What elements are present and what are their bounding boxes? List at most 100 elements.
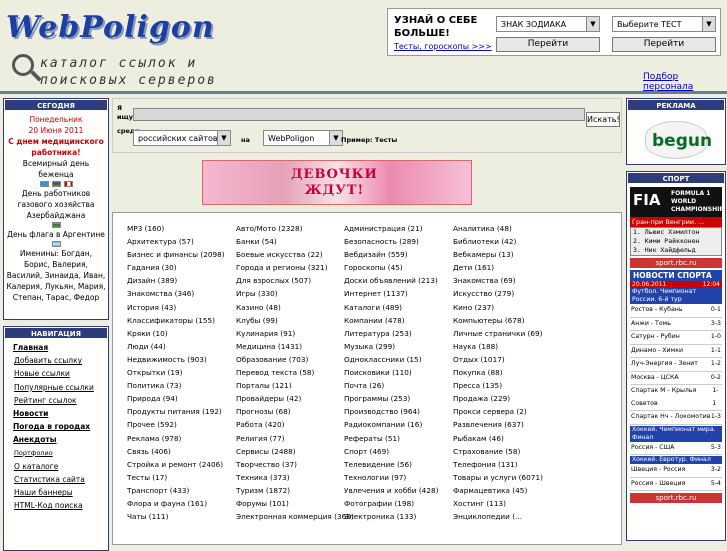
category-link[interactable]: Кряки (10) [127, 329, 236, 342]
match-row[interactable]: Динамо - Химки 1-1 [630, 345, 722, 358]
sport-source-link[interactable]: sport.rbc.ru [630, 258, 722, 268]
category-link[interactable]: Авто/Мото (2328) [236, 224, 344, 237]
category-link[interactable]: Связь (406) [127, 447, 236, 460]
category-link[interactable]: Литература (253) [344, 329, 453, 342]
category-link[interactable]: Рыбакам (46) [453, 434, 562, 447]
engine-select[interactable]: WebPoligon ▼ [263, 130, 343, 146]
match-row[interactable]: Москва - ЦСКА 0-2 [630, 372, 722, 385]
match-row[interactable]: Ростов - Кубань 0-1 [630, 304, 722, 318]
category-link[interactable]: Телевидение (56) [344, 460, 453, 473]
category-link[interactable]: Электроника (133) [344, 512, 453, 525]
category-link[interactable]: Интернет (1137) [344, 289, 453, 302]
category-link[interactable]: Фотографии (198) [344, 499, 453, 512]
category-link[interactable]: Каталоги (489) [344, 303, 453, 316]
nav-item[interactable]: Портфолио [4, 447, 108, 460]
nav-item[interactable]: Новые ссылки [4, 367, 108, 380]
category-link[interactable]: Компании (478) [344, 316, 453, 329]
category-link[interactable]: Прогнозы (68) [236, 407, 344, 420]
category-link[interactable]: Дети (161) [453, 263, 562, 276]
category-link[interactable]: Недвижимость (903) [127, 355, 236, 368]
category-link[interactable]: Аналитика (48) [453, 224, 562, 237]
tests-link[interactable]: Тесты, гороскопы >>> [394, 42, 492, 51]
category-link[interactable]: Работа (420) [236, 420, 344, 433]
category-link[interactable]: Отдых (1017) [453, 355, 562, 368]
category-link[interactable]: Прокси сервера (2) [453, 407, 562, 420]
category-link[interactable]: Гадания (30) [127, 263, 236, 276]
category-link[interactable]: Пресса (135) [453, 381, 562, 394]
category-link[interactable]: Творчество (37) [236, 460, 344, 473]
category-link[interactable]: Провайдеры (42) [236, 394, 344, 407]
category-link[interactable]: Радиокомпании (16) [344, 420, 453, 433]
category-link[interactable]: Бизнес и финансы (2098) [127, 250, 236, 263]
match-row[interactable]: Луч-Энергия - Зенит 1-2 [630, 358, 722, 372]
nav-item[interactable]: Рейтинг ссылок [4, 394, 108, 407]
category-link[interactable]: Игры (330) [236, 289, 344, 302]
category-link[interactable]: Поисковики (110) [344, 368, 453, 381]
nav-item[interactable]: Погода в городах [4, 420, 108, 433]
nav-item[interactable]: Статистика сайта [4, 473, 108, 486]
f1-banner[interactable]: FIA FORMULA 1 WORLD CHAMPIONSHIP [630, 187, 724, 217]
category-link[interactable]: Банки (54) [236, 237, 344, 250]
nav-item[interactable]: Наши баннеры [4, 486, 108, 499]
category-link[interactable]: Энциклопедии (... [453, 512, 562, 525]
category-link[interactable]: Продажа (229) [453, 394, 562, 407]
category-link[interactable]: Перевод текста (58) [236, 368, 344, 381]
nav-item[interactable]: HTML-Код поиска [4, 499, 108, 512]
category-link[interactable]: Развлечения (637) [453, 420, 562, 433]
match-row[interactable]: Спартак Нч - Локомотив 1-3 [630, 411, 722, 425]
category-link[interactable]: Образование (703) [236, 355, 344, 368]
category-link[interactable]: Товары и услуги (6071) [453, 473, 562, 486]
category-link[interactable]: Туризм (1872) [236, 486, 344, 499]
category-link[interactable]: Наука (188) [453, 342, 562, 355]
nav-item[interactable]: Анекдоты [4, 433, 108, 446]
category-link[interactable]: Рефераты (51) [344, 434, 453, 447]
category-link[interactable]: Архитектура (57) [127, 237, 236, 250]
category-link[interactable]: Знакомства (346) [127, 289, 236, 302]
category-link[interactable]: Увлечения и хобби (428) [344, 486, 453, 499]
category-link[interactable]: Страхование (58) [453, 447, 562, 460]
scope-select[interactable]: российских сайтов ▼ [133, 130, 231, 146]
category-link[interactable]: Библиотеки (42) [453, 237, 562, 250]
nav-item[interactable]: Новости [4, 407, 108, 420]
recruitment-link[interactable]: Подбор персонала [643, 72, 727, 92]
category-link[interactable]: Сервисы (2488) [236, 447, 344, 460]
category-link[interactable]: Природа (94) [127, 394, 236, 407]
nav-item[interactable]: Главная [4, 341, 108, 354]
nav-item[interactable]: Популярные ссылки [4, 381, 108, 394]
category-link[interactable]: MP3 (160) [127, 224, 236, 237]
category-link[interactable]: Прочее (592) [127, 420, 236, 433]
category-link[interactable]: Реклама (978) [127, 434, 236, 447]
category-link[interactable]: Форумы (101) [236, 499, 344, 512]
go-zodiac-button[interactable]: Перейти [496, 37, 600, 52]
sport-source-link-2[interactable]: sport.rbc.ru [630, 493, 722, 503]
category-link[interactable]: Кино (237) [453, 303, 562, 316]
search-button[interactable]: Искать! [586, 112, 620, 127]
match-row[interactable]: Сатурн - Рубин 1-0 [630, 331, 722, 345]
category-link[interactable]: Боевые искусства (22) [236, 250, 344, 263]
category-link[interactable]: Производство (964) [344, 407, 453, 420]
category-link[interactable]: Кулинария (91) [236, 329, 344, 342]
category-link[interactable]: Музыка (299) [344, 342, 453, 355]
category-link[interactable]: Одноклассники (15) [344, 355, 453, 368]
category-link[interactable]: Флора и фауна (161) [127, 499, 236, 512]
category-link[interactable]: Города и регионы (321) [236, 263, 344, 276]
category-link[interactable]: Открытки (19) [127, 368, 236, 381]
category-link[interactable]: Техника (373) [236, 473, 344, 486]
category-link[interactable]: Казино (48) [236, 303, 344, 316]
category-link[interactable]: Компьютеры (678) [453, 316, 562, 329]
category-link[interactable]: Порталы (121) [236, 381, 344, 394]
category-link[interactable]: Вебкамеры (13) [453, 250, 562, 263]
site-logo[interactable]: WebPoligon каталог ссылок и поисковых се… [6, 6, 276, 91]
category-link[interactable]: Безопасность (289) [344, 237, 453, 250]
category-link[interactable]: Покупка (88) [453, 368, 562, 381]
category-link[interactable]: Спорт (469) [344, 447, 453, 460]
category-link[interactable]: Религия (77) [236, 434, 344, 447]
go-test-button[interactable]: Перейти [612, 37, 716, 52]
match-row[interactable]: Анжи - Томь 3-3 [630, 318, 722, 331]
match-row[interactable]: Швеция - Россия 3-2 [630, 464, 722, 478]
begun-logo[interactable]: begun [645, 121, 712, 159]
category-link[interactable]: Технологии (97) [344, 473, 453, 486]
category-link[interactable]: Электронная коммерция (360) [236, 512, 354, 525]
category-link[interactable]: Личные странички (69) [453, 329, 562, 342]
nav-item[interactable]: О каталоге [4, 460, 108, 473]
